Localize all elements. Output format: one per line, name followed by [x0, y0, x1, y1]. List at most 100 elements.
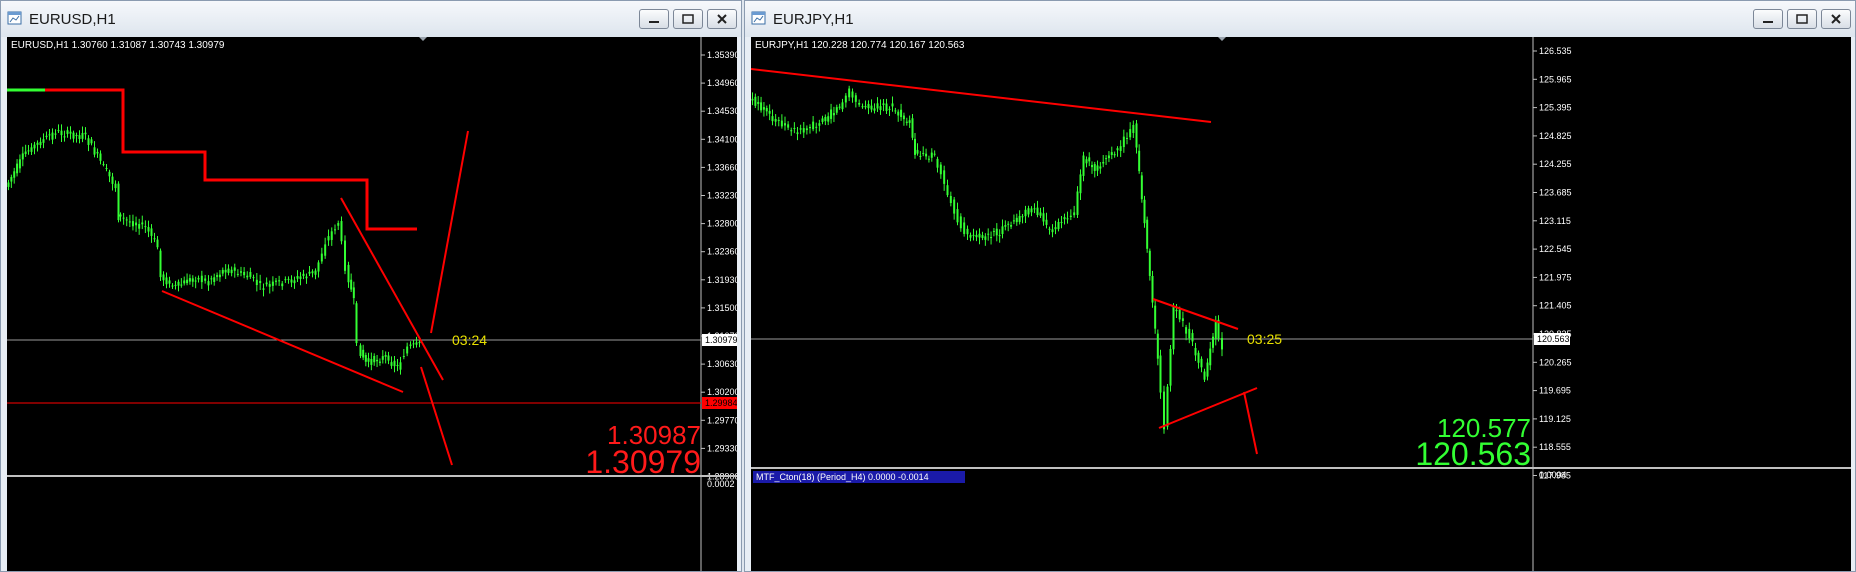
candle	[998, 235, 1001, 237]
candle	[216, 275, 219, 277]
price-tick-label: 1.30630	[707, 359, 737, 369]
candle	[894, 110, 897, 112]
candle	[827, 116, 830, 122]
candle	[1036, 207, 1039, 216]
trend-line	[430, 130, 469, 334]
candle	[1126, 137, 1128, 139]
candle	[378, 361, 381, 363]
candle	[995, 228, 998, 236]
candle	[1138, 150, 1141, 172]
price-tick-label: 121.975	[1539, 272, 1572, 282]
candle	[409, 344, 412, 346]
candle	[415, 342, 418, 345]
candle	[171, 285, 174, 287]
candle	[1122, 136, 1125, 148]
eurusd-chart-window[interactable]: EURUSD,H1 1.35390 1.34960 1.34530 1.34100 1.…	[0, 0, 742, 572]
candle	[278, 280, 281, 282]
candle	[344, 240, 346, 271]
candle	[1057, 221, 1060, 230]
candle	[1027, 208, 1030, 215]
candle	[144, 226, 147, 228]
candle	[293, 280, 296, 284]
candle	[119, 214, 122, 217]
candle	[191, 278, 194, 282]
candle	[265, 282, 268, 285]
candle	[180, 284, 183, 286]
candle	[150, 228, 153, 236]
candle	[186, 279, 189, 284]
close-button[interactable]	[707, 9, 737, 29]
candle	[153, 238, 156, 240]
candle	[387, 355, 390, 361]
candle	[246, 275, 249, 278]
candle	[275, 280, 277, 282]
candle	[959, 216, 962, 229]
candle	[1060, 221, 1063, 223]
candle	[197, 277, 200, 280]
minimize-button[interactable]	[639, 9, 669, 29]
candle	[1010, 225, 1013, 227]
candle	[320, 253, 323, 262]
candle	[240, 271, 242, 273]
trend-line	[161, 290, 404, 393]
candle	[1054, 227, 1057, 230]
candle	[1007, 223, 1010, 225]
candle	[1159, 355, 1162, 393]
minimize-button[interactable]	[1753, 9, 1783, 29]
candle	[1105, 158, 1108, 160]
candle	[259, 281, 262, 284]
candle	[1221, 338, 1223, 350]
trend-line	[1152, 298, 1239, 330]
candle	[1206, 362, 1209, 377]
candle	[905, 121, 908, 123]
candle	[105, 167, 108, 169]
candle	[762, 107, 765, 110]
minimize-icon	[649, 21, 659, 23]
window-titlebar[interactable]: EURJPY,H1	[745, 1, 1855, 37]
candle	[751, 98, 754, 101]
price-tick-label: 123.685	[1539, 188, 1572, 198]
price-tick-label: 1.29330	[707, 443, 737, 453]
candle	[1030, 208, 1033, 213]
candle	[355, 303, 358, 344]
close-button[interactable]	[1821, 9, 1851, 29]
candle	[888, 108, 891, 110]
candle	[1085, 159, 1088, 164]
candle	[1091, 165, 1093, 168]
candle	[1116, 148, 1119, 151]
candle	[125, 219, 128, 221]
candle	[347, 264, 350, 283]
candle	[114, 183, 117, 189]
window-title: EURUSD,H1	[29, 11, 116, 28]
candle	[1214, 321, 1217, 339]
candle	[933, 153, 936, 155]
candle	[1079, 174, 1082, 194]
candle	[51, 132, 54, 140]
candle	[159, 250, 162, 278]
trend-line	[340, 197, 444, 381]
candle	[324, 244, 327, 256]
price-chart[interactable]: 126.535 125.965 125.395 124.825 124.255 123.6…	[751, 37, 1851, 571]
candle	[364, 355, 367, 362]
maximize-button[interactable]	[1787, 9, 1817, 29]
price-chart[interactable]: 1.35390 1.34960 1.34530 1.34100 1.33660 1.332…	[7, 37, 737, 571]
candle	[936, 158, 939, 168]
maximize-button[interactable]	[673, 9, 703, 29]
indicator-label: MTF_Cton(18) (Period_H4) 0.0000 -0.0014	[756, 472, 929, 482]
bar-timer: 03:25	[1247, 331, 1282, 347]
candle	[1051, 229, 1054, 233]
window-titlebar[interactable]: EURUSD,H1	[1, 1, 741, 37]
candle	[1082, 155, 1085, 176]
price-tick-label: 122.545	[1539, 244, 1572, 254]
price-tick-label: 119.695	[1539, 386, 1571, 396]
candle	[911, 118, 914, 138]
eurjpy-chart-window[interactable]: EURJPY,H1 126.535 125.965 125.395 124.825 12…	[744, 0, 1856, 572]
candle	[252, 277, 255, 279]
candle	[16, 163, 19, 174]
symbol-info: EURJPY,H1 120.228 120.774 120.167 120.56…	[755, 40, 965, 51]
candle	[900, 109, 903, 118]
candle	[1119, 146, 1122, 151]
candle	[838, 106, 841, 108]
price-tick-label: 1.31500	[707, 303, 737, 313]
candle	[1024, 209, 1027, 217]
